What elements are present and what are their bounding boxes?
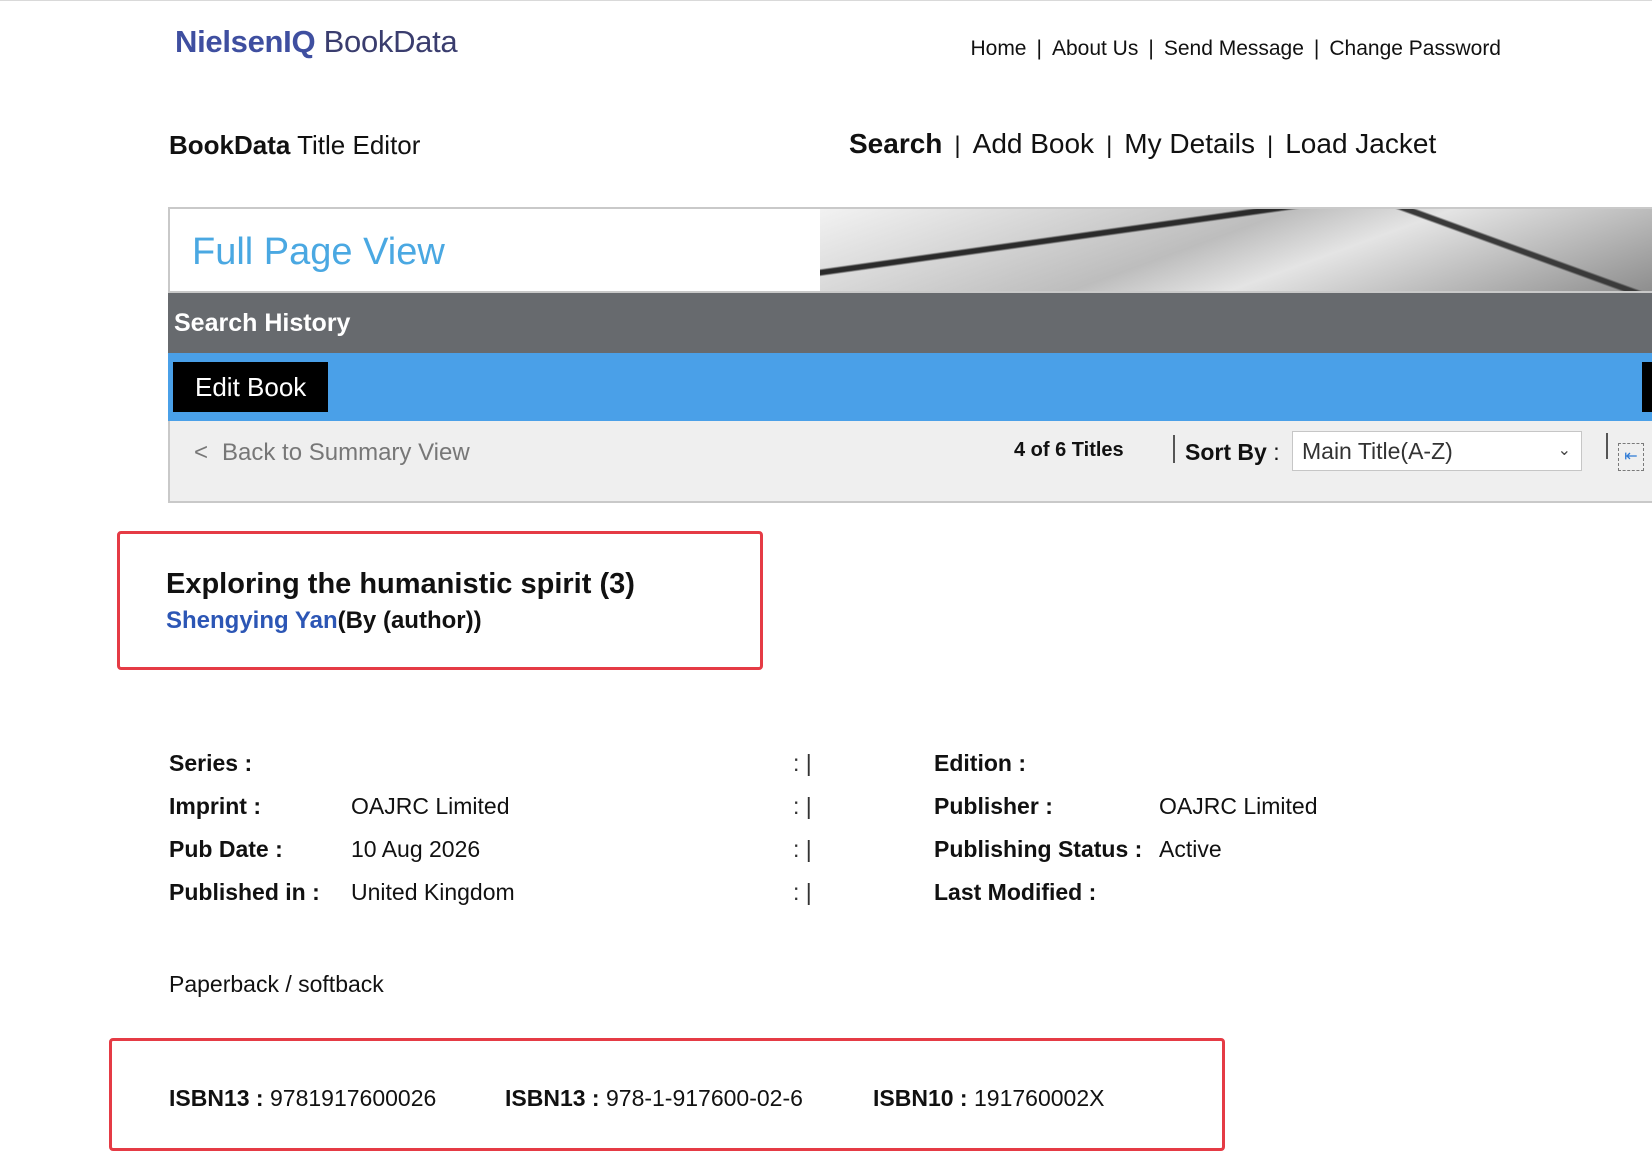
imprint-value: OAJRC Limited <box>351 793 510 819</box>
title-count: 4 of 6 Titles <box>1014 439 1124 461</box>
isbn-label: ISBN13 : <box>505 1085 600 1111</box>
main-nav: Search | Add Book | My Details | Load Jacket <box>849 128 1437 159</box>
nav-send-message-link[interactable]: Send Message <box>1164 37 1304 60</box>
nav-about-us-link[interactable]: About Us <box>1052 37 1138 60</box>
detail-separator: : | <box>793 879 812 905</box>
isbn-label: ISBN13 : <box>169 1085 264 1111</box>
top-divider <box>0 0 1652 1</box>
chevron-down-icon: ⌄ <box>1557 442 1571 459</box>
published-in-label: Published in : <box>169 879 320 905</box>
toolbar-divider <box>1606 433 1608 459</box>
app-title-bold: BookData <box>169 130 291 160</box>
tab-bar-edge <box>1642 362 1652 412</box>
edit-book-tab-bar: Edit Book <box>168 353 1652 421</box>
nav-search-link[interactable]: Search <box>849 128 942 159</box>
nav-my-details-link[interactable]: My Details <box>1124 128 1255 159</box>
book-format: Paperback / softback <box>169 971 384 997</box>
page-title: Full Page View <box>192 231 445 273</box>
pub-date-label: Pub Date : <box>169 836 283 862</box>
book-title: Exploring the humanistic spirit (3) <box>166 568 635 600</box>
author-link[interactable]: Shengying Yan <box>166 607 338 634</box>
top-nav: Home | About Us | Send Message | Change Passwo… <box>970 37 1501 60</box>
last-modified-label: Last Modified : <box>934 879 1097 905</box>
isbn-value: 9781917600026 <box>269 1085 437 1111</box>
full-page-view-header: Full Page View <box>168 207 1652 293</box>
pub-date-value: 10 Aug 2026 <box>351 836 481 862</box>
isbn-value: 978-1-917600-02-6 <box>605 1085 803 1111</box>
logo-product: BookData <box>323 24 458 59</box>
header-books-image <box>820 209 1652 291</box>
detail-separator: : | <box>793 836 812 862</box>
main-panel: Full Page View Search History Edit Book … <box>168 207 1652 503</box>
detail-row: Pub Date : 10 Aug 2026 : | Publishing St… <box>169 836 1469 876</box>
edit-book-tab[interactable]: Edit Book <box>173 362 329 412</box>
publishing-status-label: Publishing Status : <box>934 836 1143 862</box>
detail-separator: : | <box>793 793 812 819</box>
sort-by-label: Sort By : <box>1185 439 1280 465</box>
imprint-label: Imprint : <box>169 793 261 819</box>
nielseniq-bookdata-logo[interactable]: NielsenIQ BookData <box>175 24 458 60</box>
nav-load-jacket-link[interactable]: Load Jacket <box>1285 128 1436 159</box>
isbn10: ISBN10 : 191760002X <box>873 1085 1104 1112</box>
isbn-label: ISBN10 : <box>873 1085 968 1111</box>
search-history-bar[interactable]: Search History <box>168 293 1652 353</box>
nav-change-password-link[interactable]: Change Password <box>1329 37 1501 60</box>
series-label: Series : <box>169 750 253 776</box>
publishing-status-value: Active <box>1159 836 1222 862</box>
author-role: (By (author)) <box>337 607 482 634</box>
app-title-rest: Title Editor <box>290 130 421 160</box>
author-line: Shengying Yan(By (author)) <box>166 607 482 635</box>
toolbar-divider <box>1173 435 1175 463</box>
published-in-value: United Kingdom <box>351 879 515 905</box>
logo-brand: NielsenIQ <box>175 24 316 59</box>
app-title: BookData Title Editor <box>169 130 420 161</box>
nav-home-link[interactable]: Home <box>970 37 1026 60</box>
chevron-left-icon: < <box>194 439 209 466</box>
isbn13-plain: ISBN13 : 9781917600026 <box>169 1085 436 1112</box>
detail-separator: : | <box>793 750 812 776</box>
detail-row: Published in : United Kingdom : | Last M… <box>169 879 1469 919</box>
publisher-label: Publisher : <box>934 793 1053 819</box>
edition-label: Edition : <box>934 750 1026 776</box>
summary-toolbar: < Back to Summary View 4 of 6 Titles Sort… <box>168 421 1652 503</box>
isbn13-hyphenated: ISBN13 : 978-1-917600-02-6 <box>505 1085 803 1112</box>
publisher-value: OAJRC Limited <box>1159 793 1318 819</box>
book-details: Series : : | Edition : Imprint : OAJRC L… <box>169 750 1469 930</box>
back-to-summary-link[interactable]: < Back to Summary View <box>194 439 470 467</box>
back-to-summary-label: Back to Summary View <box>222 439 470 466</box>
sort-by-value: Main Title(A-Z) <box>1302 438 1453 464</box>
detail-row: Imprint : OAJRC Limited : | Publisher : … <box>169 793 1469 833</box>
nav-add-book-link[interactable]: Add Book <box>973 128 1094 159</box>
isbn-value: 191760002X <box>973 1085 1105 1111</box>
collapse-left-icon[interactable]: ⇤ <box>1618 443 1644 471</box>
detail-row: Series : : | Edition : <box>169 750 1469 790</box>
sort-by-select[interactable]: Main Title(A-Z) ⌄ <box>1292 431 1582 471</box>
